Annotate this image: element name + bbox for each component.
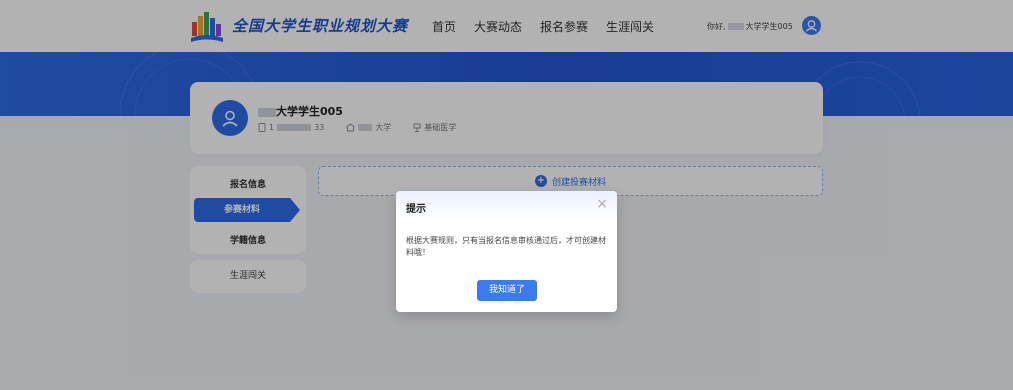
dialog-header: [396, 191, 617, 221]
close-icon[interactable]: ×: [596, 197, 608, 211]
alert-dialog: 提示 × 根据大赛规则，只有当报名信息审核通过后，才可创建材料哦！ 我知道了: [396, 191, 617, 312]
dialog-message: 根据大赛规则，只有当报名信息审核通过后，才可创建材料哦！: [406, 236, 606, 257]
dialog-title: 提示: [406, 204, 426, 215]
ok-button[interactable]: 我知道了: [477, 280, 537, 301]
